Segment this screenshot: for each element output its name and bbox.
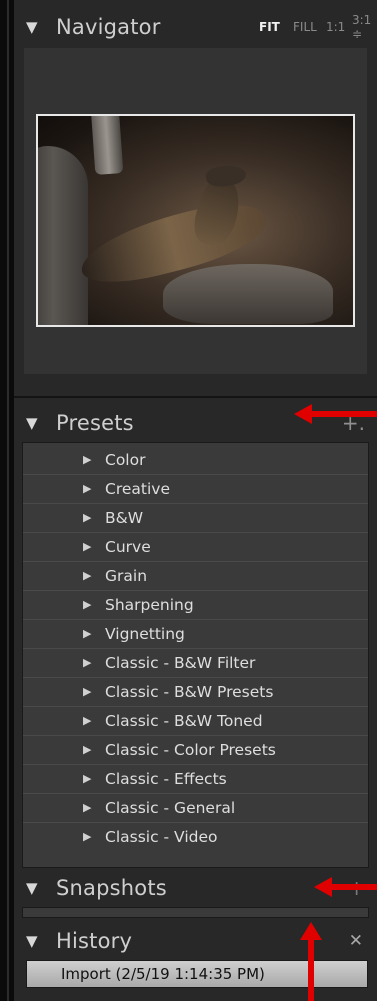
expand-triangle-icon[interactable]: ▶ (83, 743, 91, 756)
expand-triangle-icon[interactable]: ▶ (83, 714, 91, 727)
preset-folder[interactable]: ▶ B&W (23, 503, 368, 533)
preset-folder-label: Color (105, 450, 146, 469)
add-preset-icon[interactable]: +. (342, 404, 365, 442)
preset-folder-label: Grain (105, 566, 148, 585)
preset-folder-label: Classic - Color Presets (105, 740, 276, 759)
expand-triangle-icon[interactable]: ▶ (83, 511, 91, 524)
zoom-fit-button[interactable]: FIT (259, 8, 280, 46)
expand-triangle-icon[interactable]: ▶ (83, 656, 91, 669)
expand-triangle-icon[interactable]: ▶ (83, 627, 91, 640)
collapse-triangle-icon[interactable]: ▼ (26, 879, 38, 897)
navigator-preview[interactable] (24, 48, 367, 374)
navigator-thumbnail[interactable] (36, 114, 355, 327)
preset-folder-label: Classic - B&W Toned (105, 711, 263, 730)
expand-triangle-icon[interactable]: ▶ (83, 569, 91, 582)
preset-folder[interactable]: ▶ Classic - B&W Toned (23, 706, 368, 736)
history-item-label: Import (2/5/19 1:14:35 PM) (61, 965, 265, 983)
snapshots-list (22, 907, 369, 918)
navigator-title: Navigator (56, 15, 161, 39)
history-title: History (56, 929, 133, 953)
expand-triangle-icon[interactable]: ▶ (83, 830, 91, 843)
zoom-1to1-button[interactable]: 1:1 (326, 8, 345, 46)
photo-rock-left (38, 146, 88, 325)
preset-folder-label: Curve (105, 537, 151, 556)
preset-folder[interactable]: ▶ Grain (23, 561, 368, 591)
preset-folder-label: Classic - B&W Presets (105, 682, 274, 701)
preset-folder[interactable]: ▶ Creative (23, 474, 368, 504)
collapse-triangle-icon[interactable]: ▼ (26, 414, 38, 432)
preset-folder[interactable]: ▶ Classic - Effects (23, 764, 368, 794)
photo-pillar (90, 116, 124, 175)
panel-divider (14, 396, 377, 398)
collapse-triangle-icon[interactable]: ▼ (26, 932, 38, 950)
preset-folder[interactable]: ▶ Classic - Video (23, 822, 368, 851)
history-item[interactable]: Import (2/5/19 1:14:35 PM) (26, 960, 368, 988)
clear-history-icon[interactable]: ✕ (349, 922, 363, 960)
expand-triangle-icon[interactable]: ▶ (83, 482, 91, 495)
expand-triangle-icon[interactable]: ▶ (83, 453, 91, 466)
red-arrow-icon (294, 404, 377, 424)
snapshots-title: Snapshots (56, 876, 167, 900)
preset-folder[interactable]: ▶ Color (23, 445, 368, 475)
left-panel: ▼ Navigator FIT FILL 1:1 3:1 ≑ ▼ Presets… (14, 0, 377, 1001)
preset-folder[interactable]: ▶ Classic - General (23, 793, 368, 823)
preset-folder-label: Sharpening (105, 595, 194, 614)
collapse-triangle-icon[interactable]: ▼ (26, 18, 38, 36)
expand-triangle-icon[interactable]: ▶ (83, 540, 91, 553)
preset-folder[interactable]: ▶ Curve (23, 532, 368, 562)
preset-folder-label: Vignetting (105, 624, 185, 643)
preset-folder-label: Classic - Effects (105, 769, 227, 788)
red-arrow-icon (314, 877, 377, 897)
preset-folder-label: Classic - B&W Filter (105, 653, 256, 672)
preset-folder-label: Classic - General (105, 798, 236, 817)
preset-folder-label: Classic - Video (105, 827, 218, 846)
expand-triangle-icon[interactable]: ▶ (83, 772, 91, 785)
expand-triangle-icon[interactable]: ▶ (83, 685, 91, 698)
preset-folder-label: Creative (105, 479, 170, 498)
expand-triangle-icon[interactable]: ▶ (83, 598, 91, 611)
presets-header[interactable]: ▼ Presets (14, 404, 377, 442)
navigator-header[interactable]: ▼ Navigator (14, 8, 377, 46)
panel-edge[interactable] (7, 0, 9, 1001)
preset-folder[interactable]: ▶ Classic - B&W Presets (23, 677, 368, 707)
presets-title: Presets (56, 411, 134, 435)
photo-lizard-head (204, 163, 248, 189)
preset-folder[interactable]: ▶ Vignetting (23, 619, 368, 649)
expand-triangle-icon[interactable]: ▶ (83, 801, 91, 814)
red-arrow-icon (300, 922, 322, 1001)
zoom-fill-button[interactable]: FILL (293, 8, 317, 46)
preset-folder[interactable]: ▶ Classic - Color Presets (23, 735, 368, 765)
preset-folder[interactable]: ▶ Sharpening (23, 590, 368, 620)
zoom-3to1-button[interactable]: 3:1 ≑ (352, 8, 377, 46)
preset-folder-label: B&W (105, 508, 144, 527)
left-gutter (0, 0, 14, 1001)
history-header[interactable]: ▼ History (14, 922, 377, 960)
presets-list: ▶ Color ▶ Creative ▶ B&W ▶ Curve ▶ Grain ▶ Sha… (22, 442, 369, 868)
preset-folder[interactable]: ▶ Classic - B&W Filter (23, 648, 368, 678)
photo-rock (163, 264, 333, 324)
